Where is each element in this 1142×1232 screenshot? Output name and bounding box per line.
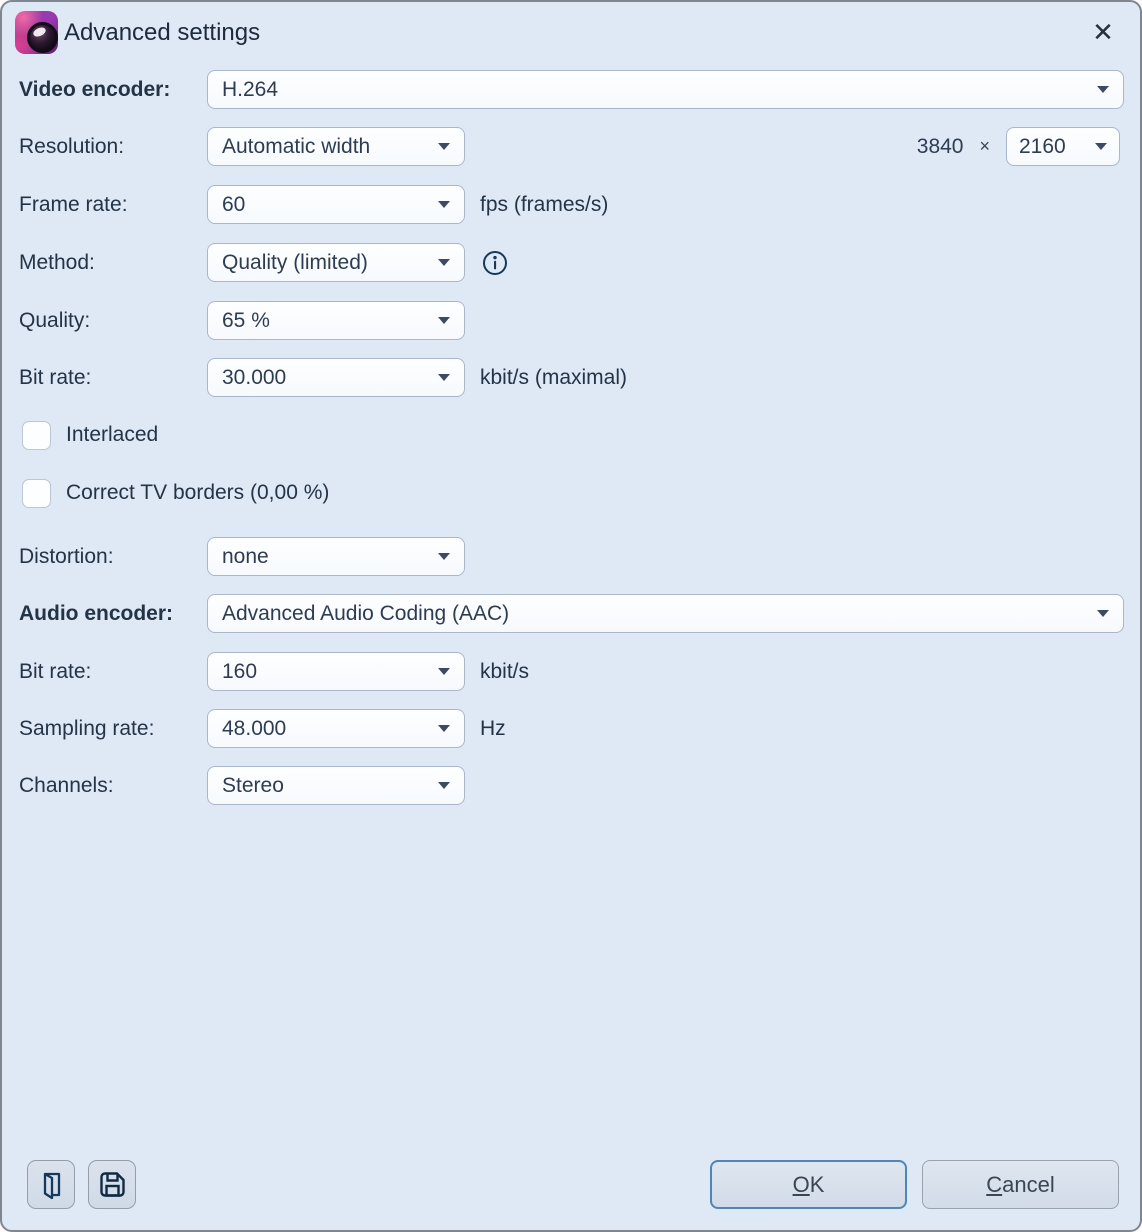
method-dropdown[interactable]: Quality (limited) xyxy=(207,243,465,282)
info-icon[interactable] xyxy=(482,250,508,276)
audio-bit-rate-value: 160 xyxy=(222,660,257,684)
cancel-button[interactable]: Cancel xyxy=(922,1160,1119,1209)
correct-tv-borders-label: Correct TV borders (0,00 %) xyxy=(66,481,329,505)
advanced-settings-dialog: Advanced settings ✕ Video encoder: H.264… xyxy=(0,0,1142,1232)
correct-tv-borders-checkbox-row[interactable]: Correct TV borders (0,00 %) xyxy=(22,478,329,508)
chevron-down-icon xyxy=(438,201,450,208)
quality-label: Quality: xyxy=(19,301,90,340)
chevron-down-icon xyxy=(438,725,450,732)
video-bit-rate-value: 30.000 xyxy=(222,366,286,390)
save-profile-button[interactable] xyxy=(88,1160,136,1209)
open-folder-icon xyxy=(36,1170,66,1200)
chevron-down-icon xyxy=(438,317,450,324)
chevron-down-icon xyxy=(1095,143,1107,150)
audio-encoder-dropdown[interactable]: Advanced Audio Coding (AAC) xyxy=(207,594,1124,633)
channels-value: Stereo xyxy=(222,774,284,798)
resolution-mode-value: Automatic width xyxy=(222,135,370,159)
distortion-label: Distortion: xyxy=(19,537,114,576)
ok-button[interactable]: OK xyxy=(710,1160,907,1209)
audio-bit-rate-dropdown[interactable]: 160 xyxy=(207,652,465,691)
method-value: Quality (limited) xyxy=(222,251,368,275)
quality-value: 65 % xyxy=(222,309,270,333)
save-icon xyxy=(97,1169,128,1200)
distortion-dropdown[interactable]: none xyxy=(207,537,465,576)
resolution-width-value: 3840 xyxy=(917,135,964,159)
chevron-down-icon xyxy=(438,374,450,381)
video-encoder-dropdown[interactable]: H.264 xyxy=(207,70,1124,109)
chevron-down-icon xyxy=(1097,86,1109,93)
interlaced-checkbox-row[interactable]: Interlaced xyxy=(22,420,158,450)
audio-encoder-label: Audio encoder: xyxy=(19,594,173,633)
frame-rate-value: 60 xyxy=(222,193,245,217)
channels-dropdown[interactable]: Stereo xyxy=(207,766,465,805)
audio-bit-rate-label: Bit rate: xyxy=(19,652,91,691)
frame-rate-dropdown[interactable]: 60 xyxy=(207,185,465,224)
resolution-size-group: 3840 × 2160 xyxy=(917,127,1120,166)
chevron-down-icon xyxy=(1097,610,1109,617)
resolution-label: Resolution: xyxy=(19,127,124,166)
video-bit-rate-label: Bit rate: xyxy=(19,358,91,397)
resolution-height-value: 2160 xyxy=(1019,135,1066,159)
video-encoder-label: Video encoder: xyxy=(19,70,170,109)
sampling-rate-label: Sampling rate: xyxy=(19,709,154,748)
ok-button-label: OK xyxy=(793,1172,825,1198)
chevron-down-icon xyxy=(438,668,450,675)
camera-lens-icon xyxy=(27,22,58,53)
cancel-button-label: Cancel xyxy=(986,1172,1054,1198)
video-encoder-value: H.264 xyxy=(222,78,278,102)
frame-rate-label: Frame rate: xyxy=(19,185,128,224)
sampling-rate-dropdown[interactable]: 48.000 xyxy=(207,709,465,748)
sampling-rate-value: 48.000 xyxy=(222,717,286,741)
resolution-height-dropdown[interactable]: 2160 xyxy=(1006,127,1120,166)
frame-rate-unit: fps (frames/s) xyxy=(480,185,608,224)
interlaced-checkbox[interactable] xyxy=(22,421,51,450)
video-bit-rate-dropdown[interactable]: 30.000 xyxy=(207,358,465,397)
chevron-down-icon xyxy=(438,143,450,150)
video-bit-rate-unit: kbit/s (maximal) xyxy=(480,358,627,397)
sampling-rate-unit: Hz xyxy=(480,709,506,748)
chevron-down-icon xyxy=(438,782,450,789)
quality-dropdown[interactable]: 65 % xyxy=(207,301,465,340)
distortion-value: none xyxy=(222,545,269,569)
resolution-separator: × xyxy=(979,136,990,157)
dialog-title: Advanced settings xyxy=(64,11,260,55)
chevron-down-icon xyxy=(438,259,450,266)
interlaced-label: Interlaced xyxy=(66,423,158,447)
app-icon xyxy=(15,11,58,54)
load-profile-button[interactable] xyxy=(27,1160,75,1209)
channels-label: Channels: xyxy=(19,766,114,805)
chevron-down-icon xyxy=(438,553,450,560)
method-label: Method: xyxy=(19,243,95,282)
close-icon[interactable]: ✕ xyxy=(1086,15,1120,49)
correct-tv-borders-checkbox[interactable] xyxy=(22,479,51,508)
resolution-mode-dropdown[interactable]: Automatic width xyxy=(207,127,465,166)
audio-encoder-value: Advanced Audio Coding (AAC) xyxy=(222,602,509,626)
audio-bit-rate-unit: kbit/s xyxy=(480,652,529,691)
